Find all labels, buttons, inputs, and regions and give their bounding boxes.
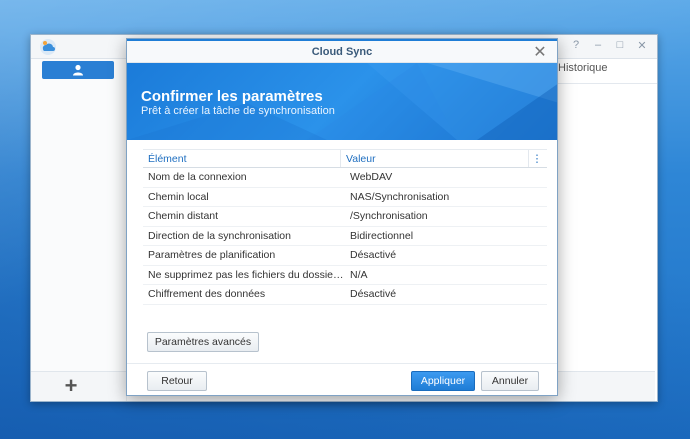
column-menu-icon[interactable]: ⋮ xyxy=(529,150,545,167)
banner-title: Confirmer les paramètres xyxy=(141,88,323,105)
row-label: Nom de la connexion xyxy=(148,171,247,183)
row-value: Bidirectionnel xyxy=(350,229,414,242)
table-row[interactable]: Direction de la synchronisation Bidirect… xyxy=(143,227,547,246)
cloud-sync-logo-icon xyxy=(40,39,56,55)
help-icon[interactable]: ? xyxy=(569,39,583,52)
add-connection-button[interactable]: + xyxy=(59,375,83,398)
row-value: WebDAV xyxy=(350,171,393,183)
row-value: NAS/Synchronisation xyxy=(350,190,450,203)
sidebar-footer: + xyxy=(31,371,126,401)
dialog-footer-divider xyxy=(127,363,557,364)
settings-table: Élément Valeur ⋮ Nom de la connexion Web… xyxy=(143,149,547,305)
table-row[interactable]: Paramètres de planification Désactivé xyxy=(143,246,547,266)
advanced-settings-button[interactable]: Paramètres avancés xyxy=(147,332,259,352)
table-row[interactable]: Nom de la connexion WebDAV xyxy=(143,168,547,188)
app-sidebar: + xyxy=(31,59,127,401)
minimize-icon[interactable]: – xyxy=(591,39,605,52)
row-value: N/A xyxy=(350,268,368,281)
table-row[interactable]: Chiffrement des données Désactivé xyxy=(143,285,547,305)
tab-historique[interactable]: Historique xyxy=(558,62,608,74)
back-button[interactable]: Retour xyxy=(147,371,207,391)
maximize-icon[interactable]: □ xyxy=(613,39,627,52)
sidebar-item-user[interactable] xyxy=(42,61,114,79)
table-header: Élément Valeur ⋮ xyxy=(143,149,547,168)
app-window-controls: ? – □ ✕ xyxy=(569,39,649,52)
row-label: Paramètres de planification xyxy=(148,249,276,261)
close-icon[interactable]: ✕ xyxy=(635,39,649,52)
table-row[interactable]: Chemin local NAS/Synchronisation xyxy=(143,188,547,207)
confirm-settings-dialog: Cloud Sync ✕ Confirmer les paramètres Pr… xyxy=(126,38,558,396)
dialog-title: Cloud Sync xyxy=(311,46,373,58)
row-label: Chiffrement des données xyxy=(148,288,266,300)
table-row[interactable]: Chemin distant /Synchronisation xyxy=(143,207,547,227)
row-value: Désactivé xyxy=(350,288,397,300)
table-row[interactable]: Ne supprimez pas les fichiers du dossier… xyxy=(143,266,547,285)
row-label: Ne supprimez pas les fichiers du dossier… xyxy=(148,268,345,281)
row-label: Direction de la synchronisation xyxy=(148,229,291,242)
row-label: Chemin distant xyxy=(148,210,219,222)
row-value: /Synchronisation xyxy=(350,210,428,222)
row-label: Chemin local xyxy=(148,190,209,203)
column-header-value[interactable]: Valeur xyxy=(341,150,529,167)
cancel-button[interactable]: Annuler xyxy=(481,371,539,391)
user-icon xyxy=(73,64,83,76)
row-value: Désactivé xyxy=(350,249,397,261)
apply-button[interactable]: Appliquer xyxy=(411,371,475,391)
dialog-close-icon[interactable]: ✕ xyxy=(533,42,547,61)
column-header-element[interactable]: Élément xyxy=(143,150,341,167)
dialog-banner: Confirmer les paramètres Prêt à créer la… xyxy=(127,63,557,140)
dialog-titlebar: Cloud Sync ✕ xyxy=(127,39,557,63)
banner-subtitle: Prêt à créer la tâche de synchronisation xyxy=(141,105,335,117)
